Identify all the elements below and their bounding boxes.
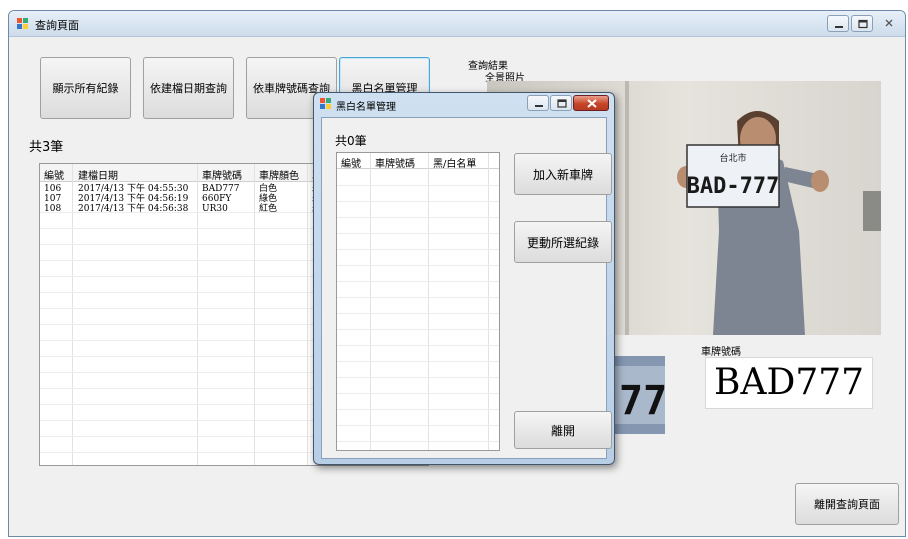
photo-plate-text: BAD-777 xyxy=(687,174,780,199)
show-all-button[interactable]: 顯示所有紀錄 xyxy=(40,57,131,119)
dialog-col-list: 黑/白名單 xyxy=(433,159,477,170)
update-record-button[interactable]: 更動所選紀錄 xyxy=(514,221,612,263)
blackwhite-table[interactable]: 編號 車牌號碼 黑/白名單 xyxy=(336,152,500,451)
grid-line xyxy=(337,441,499,442)
dialog-table-header: 編號 車牌號碼 黑/白名單 xyxy=(337,153,499,170)
grid-line xyxy=(337,249,499,250)
crop-plate-text: 77 xyxy=(619,378,665,424)
grid-line xyxy=(337,297,499,298)
col-date: 建檔日期 xyxy=(78,171,118,182)
add-plate-button[interactable]: 加入新車牌 xyxy=(514,153,612,195)
grid-line xyxy=(337,345,499,346)
minimize-icon xyxy=(535,105,543,107)
dialog-client: 共0筆 編號 車牌號碼 黑/白名單 加入新車牌 更動所選紀錄 離開 xyxy=(321,117,612,459)
plate-crop-image: 77 xyxy=(615,356,665,434)
grid-line xyxy=(337,361,499,362)
grid-line xyxy=(337,217,499,218)
grid-line xyxy=(337,329,499,330)
grid-line xyxy=(337,409,499,410)
grid-line xyxy=(337,265,499,266)
leave-query-button[interactable]: 離開查詢頁面 xyxy=(795,483,899,525)
grid-line xyxy=(337,425,499,426)
grid-line xyxy=(337,393,499,394)
query-by-date-button[interactable]: 依建檔日期查詢 xyxy=(143,57,234,119)
maximize-icon xyxy=(858,19,868,29)
dialog-col-plate: 車牌號碼 xyxy=(375,159,415,170)
close-icon xyxy=(885,19,893,27)
record-count: 共3筆 xyxy=(29,140,64,155)
dialog-app-icon xyxy=(320,98,332,110)
grid-line xyxy=(337,185,499,186)
title-bar: 查詢頁面 xyxy=(9,11,905,37)
close-icon xyxy=(587,99,597,108)
grid-line xyxy=(337,233,499,234)
dialog-maximize-button[interactable] xyxy=(550,95,572,111)
col-id: 編號 xyxy=(44,171,64,182)
maximize-icon xyxy=(557,99,567,108)
close-button[interactable] xyxy=(878,15,902,32)
app-icon xyxy=(17,18,29,30)
plate-number-label: 車牌號碼 xyxy=(701,347,741,358)
maximize-button[interactable] xyxy=(851,15,873,32)
dialog-count: 共0筆 xyxy=(335,134,367,148)
dialog-leave-button[interactable]: 離開 xyxy=(514,411,612,449)
col-color: 車牌顏色 xyxy=(259,171,299,182)
grid-line xyxy=(337,377,499,378)
dialog-minimize-button[interactable] xyxy=(527,95,549,111)
photo-plate-city: 台北市 xyxy=(719,152,746,164)
dialog-title: 黑白名單管理 xyxy=(336,102,396,113)
minimize-icon xyxy=(835,26,843,28)
grid-line xyxy=(337,201,499,202)
grid-line xyxy=(337,281,499,282)
dialog-close-button[interactable] xyxy=(573,95,609,111)
window-title: 查詢頁面 xyxy=(35,19,79,32)
dialog-col-id: 編號 xyxy=(341,159,361,170)
plate-number-output: BAD777 xyxy=(705,357,873,409)
grid-line xyxy=(337,313,499,314)
minimize-button[interactable] xyxy=(827,15,849,32)
col-plate: 車牌號碼 xyxy=(202,171,242,182)
blackwhite-dialog: 黑白名單管理 共0筆 編號 車牌號碼 黑/白名單 加入新車牌 更動所選紀錄 離開 xyxy=(313,92,615,465)
